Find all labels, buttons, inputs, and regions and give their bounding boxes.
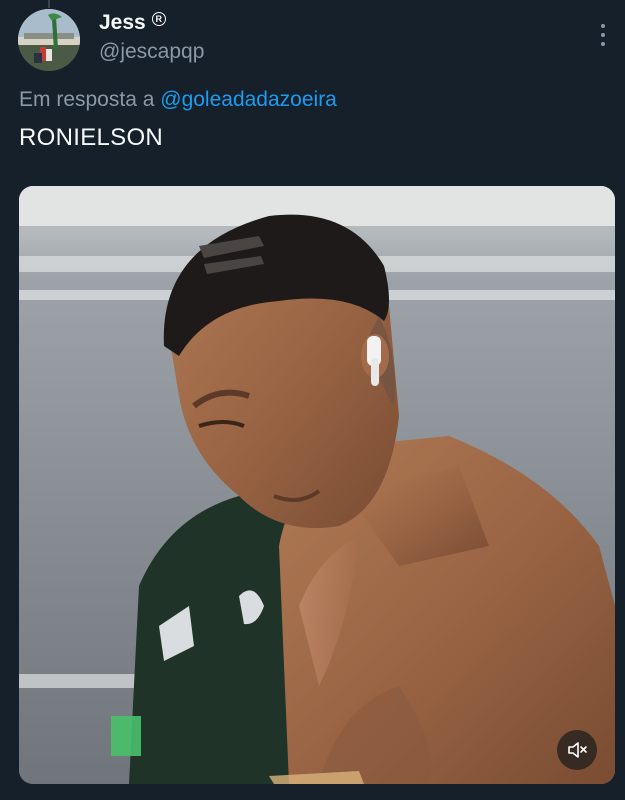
more-options-button[interactable] xyxy=(597,24,609,46)
display-name[interactable]: Jess xyxy=(99,11,146,35)
mute-toggle-button[interactable] xyxy=(557,730,597,770)
user-handle[interactable]: @jescapqp xyxy=(99,40,204,64)
registered-icon: R xyxy=(151,12,166,26)
more-dot-icon xyxy=(601,24,605,28)
avatar-image xyxy=(18,9,80,71)
tweet-video[interactable] xyxy=(19,186,615,784)
tweet-header: Jess R @jescapqp xyxy=(99,10,204,64)
volume-muted-icon xyxy=(568,742,587,758)
tweet-text: RONIELSON xyxy=(19,124,164,151)
reply-prefix: Em resposta a xyxy=(19,88,155,111)
reply-context: Em resposta a @goleadadazoeira xyxy=(19,88,337,112)
display-name-row: Jess R xyxy=(99,10,204,36)
tweet[interactable]: Jess R @jescapqp Em resposta a @goleadad… xyxy=(0,0,625,800)
reply-mention-link[interactable]: @goleadadazoeira xyxy=(160,88,337,111)
video-frame xyxy=(19,186,615,784)
thread-connector-line xyxy=(48,0,50,8)
avatar[interactable] xyxy=(18,9,80,71)
more-dot-icon xyxy=(601,33,605,37)
more-dot-icon xyxy=(601,42,605,46)
